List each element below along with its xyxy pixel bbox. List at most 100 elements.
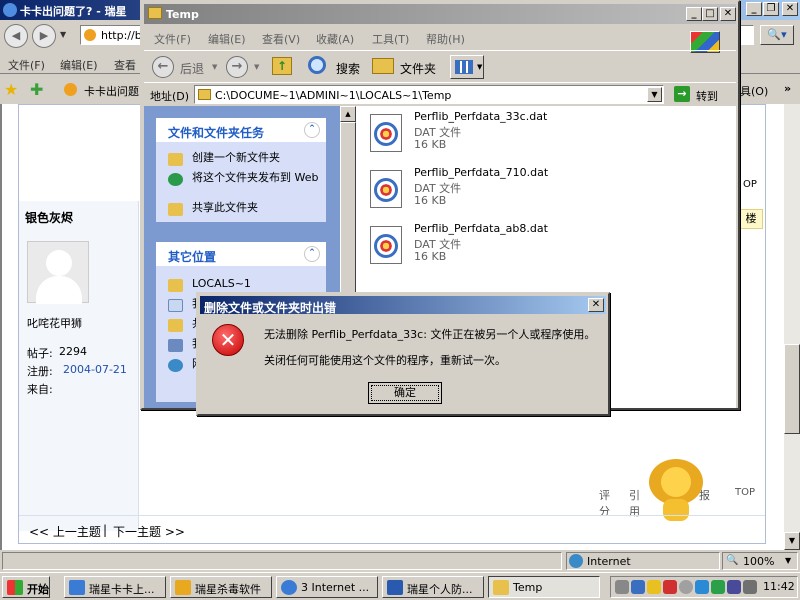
taskbar-item-antivirus[interactable]: 瑞星杀毒软件	[170, 576, 272, 598]
forward-button[interactable]: → ▼	[224, 55, 264, 79]
register-date: 2004-07-21	[63, 363, 127, 376]
dialog-title: 删除文件或文件夹时出错	[204, 301, 337, 315]
file-tasks-header[interactable]: 文件和文件夹任务 ⌃	[156, 118, 326, 142]
taskbar-item-firewall[interactable]: 瑞星个人防...	[382, 576, 484, 598]
from-label: 来自:	[27, 383, 53, 396]
folders-button[interactable]: 文件夹	[370, 55, 440, 79]
explorer-minimize-button[interactable]: _	[686, 7, 702, 21]
taskbar-item-label: Temp	[513, 581, 543, 594]
keyboard-icon[interactable]	[615, 580, 629, 594]
avatar[interactable]	[27, 241, 89, 304]
views-button[interactable]: ▼	[450, 55, 484, 79]
add-favorite-icon[interactable]: ✚	[30, 80, 43, 99]
ie-minimize-button[interactable]: _	[746, 2, 762, 16]
favorites-star-icon[interactable]: ★	[4, 80, 18, 99]
search-button[interactable]: 搜索	[306, 55, 366, 79]
task-pane-scroll-up[interactable]: ▲	[340, 106, 356, 122]
address-label: 地址(D)	[150, 90, 190, 103]
back-button[interactable]: ← 后退 ▼	[150, 55, 220, 79]
register-label: 注册:	[27, 365, 53, 378]
ie-tools-menu[interactable]: 具(O)	[740, 83, 768, 99]
status-zoom-pane[interactable]: 🔍 100% ▼	[722, 552, 798, 570]
ie-forward-icon[interactable]: ▶	[32, 24, 56, 48]
top-link[interactable]: OP	[743, 179, 757, 190]
taskbar-item-rising-forum[interactable]: 瑞星卡卡上...	[64, 576, 166, 598]
ok-button[interactable]: 确定	[368, 382, 442, 404]
taskbar-item-internet-group[interactable]: 3 Internet ...	[276, 576, 378, 598]
umbrella-icon[interactable]	[711, 580, 725, 594]
file-size: 16 KB	[414, 138, 447, 151]
folders-icon	[372, 58, 394, 74]
file-item[interactable]: Perflib_Perfdata_ab8.dat DAT 文件 16 KB	[364, 220, 664, 270]
views-icon	[455, 60, 473, 74]
next-thread-link[interactable]: 下一主题 >>	[113, 523, 185, 540]
post-top-link[interactable]: TOP	[735, 487, 755, 498]
ie-back-icon[interactable]: ◀	[4, 24, 28, 48]
ie-scroll-thumb[interactable]	[784, 344, 800, 434]
nav-separator: |	[103, 523, 108, 537]
avatar-head	[46, 250, 72, 276]
firewall-task-icon	[387, 580, 403, 595]
go-button[interactable]: → 转到	[672, 85, 734, 105]
prev-thread-link[interactable]: << 上一主题	[29, 523, 101, 540]
ie-search-icon[interactable]: 🔍▾	[760, 25, 794, 45]
start-label: 开始	[27, 583, 49, 596]
menu-view[interactable]: 查看(V)	[262, 31, 300, 47]
dialog-titlebar[interactable]: 删除文件或文件夹时出错 ✕	[200, 296, 606, 315]
status-main-pane	[2, 552, 562, 570]
volume-icon[interactable]	[743, 580, 757, 594]
task-label: 共享此文件夹	[192, 201, 258, 214]
ie-menu-view[interactable]: 查看	[114, 57, 136, 73]
forward-arrow-icon: →	[226, 56, 248, 78]
ie-menu-file[interactable]: 文件(F)	[8, 57, 45, 73]
ie-address-field[interactable]: http://b	[80, 25, 142, 45]
explorer-maximize-button[interactable]: □	[702, 7, 718, 21]
menu-help[interactable]: 帮助(H)	[426, 31, 465, 47]
security-alert-icon[interactable]	[647, 580, 661, 594]
network-icon[interactable]	[631, 580, 645, 594]
explorer-titlebar[interactable]: Temp _ □ ✕	[144, 4, 736, 24]
start-button[interactable]: 开始	[2, 576, 50, 598]
computer-icon	[168, 339, 183, 352]
thread-navigation: << 上一主题 | 下一主题 >>	[19, 515, 765, 543]
file-size: 16 KB	[414, 194, 447, 207]
ie-scroll-down-button[interactable]: ▼	[784, 532, 800, 550]
file-item[interactable]: Perflib_Perfdata_33c.dat DAT 文件 16 KB	[364, 108, 664, 158]
taskbar-item-label: 瑞星个人防...	[407, 583, 473, 596]
taskbar-item-temp[interactable]: Temp	[488, 576, 600, 598]
monitor-icon[interactable]	[727, 580, 741, 594]
menu-edit[interactable]: 编辑(E)	[208, 31, 246, 47]
ie-search-field[interactable]	[738, 25, 754, 45]
dialog-close-button[interactable]: ✕	[588, 298, 604, 312]
other-places-header[interactable]: 其它位置 ⌃	[156, 242, 326, 266]
ok-label: 确定	[371, 385, 439, 401]
address-dropdown-icon[interactable]: ▼	[647, 87, 662, 102]
author-username[interactable]: 银色灰烬	[25, 209, 73, 226]
collapse-chevron-icon[interactable]: ⌃	[304, 246, 320, 262]
ie-icon	[3, 3, 17, 17]
file-size: 16 KB	[414, 250, 447, 263]
file-item[interactable]: Perflib_Perfdata_710.dat DAT 文件 16 KB	[364, 164, 664, 214]
collapse-chevron-icon[interactable]: ⌃	[304, 122, 320, 138]
menu-file[interactable]: 文件(F)	[154, 31, 191, 47]
ie-vertical-scrollbar[interactable]: ▼	[784, 104, 800, 550]
clock[interactable]: 11:42	[763, 580, 795, 593]
ie-window-title: 卡卡出问题了? - 瑞星	[20, 5, 127, 18]
ie-menu-edit[interactable]: 编辑(E)	[60, 57, 98, 73]
menu-tools[interactable]: 工具(T)	[372, 31, 409, 47]
forward-dropdown-icon: ▼	[254, 63, 260, 71]
ie-history-dropdown-icon[interactable]: ▼	[60, 30, 66, 39]
address-input[interactable]: C:\DOCUME~1\ADMINI~1\LOCALS~1\Temp ▼	[194, 85, 664, 104]
ie-restore-button[interactable]: ❐	[763, 2, 779, 16]
search-icon	[308, 56, 326, 74]
firewall-tray-icon[interactable]	[695, 580, 709, 594]
shield-icon[interactable]	[663, 580, 677, 594]
up-button[interactable]: ↑	[270, 55, 296, 79]
disc-icon[interactable]	[679, 580, 693, 594]
menu-favorites[interactable]: 收藏(A)	[316, 31, 354, 47]
explorer-close-button[interactable]: ✕	[720, 7, 736, 21]
floor-button[interactable]: 楼	[739, 209, 763, 229]
taskbar-item-label: 瑞星杀毒软件	[195, 583, 261, 596]
ie-close-button[interactable]: ✕	[782, 2, 798, 16]
ie-toolbar-chevron-icon[interactable]: »	[784, 82, 791, 95]
